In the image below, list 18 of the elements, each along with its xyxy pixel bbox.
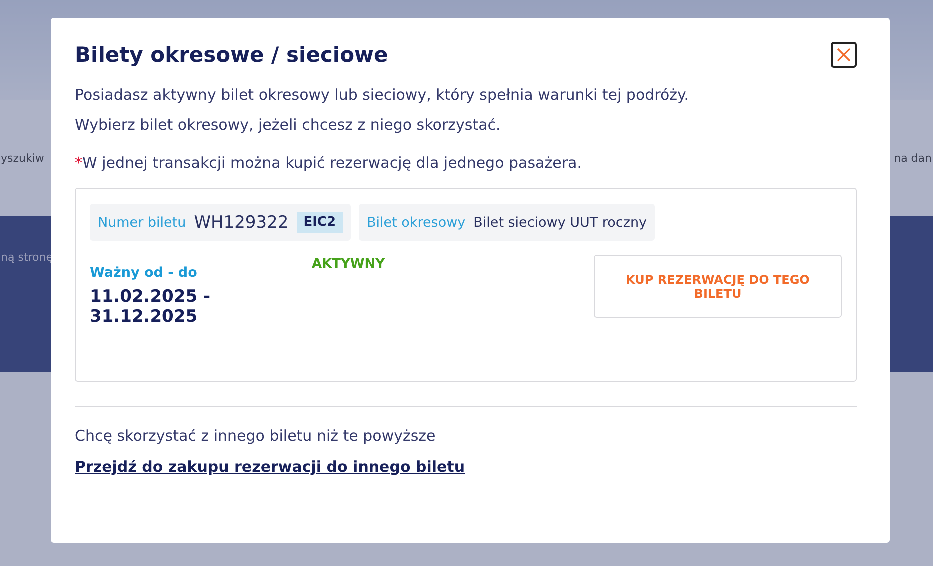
status-text: AKTYWNY <box>312 257 386 272</box>
validity-dates: 11.02.2025 - 31.12.2025 <box>90 287 212 327</box>
ticket-type: Bilet sieciowy UUT roczny <box>474 214 647 230</box>
ticket-badge: EIC2 <box>296 212 343 233</box>
validity-label: Ważny od - do <box>90 265 198 281</box>
field-label: Bilet okresowy <box>367 214 466 230</box>
info-text: Wybierz bilet okresowy, jeżeli chcesz z niego skorzystać. <box>75 116 502 134</box>
ticket-number: WH129322 <box>194 212 289 232</box>
info-text: Posiadasz aktywny bilet okresowy lub sieciowy, który spełnia warunki tej podróży. <box>75 86 690 104</box>
close-icon <box>837 48 851 62</box>
background-text: yszukiw <box>0 152 46 164</box>
info-text: Chcę skorzystać z innego biletu niż te powyższe <box>75 427 437 445</box>
close-button[interactable] <box>831 42 857 68</box>
dialog-title: Bilety okresowe / sieciowe <box>75 43 388 67</box>
background-text: na dan <box>893 152 933 164</box>
other-ticket-link[interactable]: Przejdź do zakupu rezerwacji do innego biletu <box>75 458 466 476</box>
note-text: *W jednej transakcji można kupić rezerwację dla jednego pasażera. <box>75 154 583 172</box>
field-label: Numer biletu <box>98 214 186 230</box>
